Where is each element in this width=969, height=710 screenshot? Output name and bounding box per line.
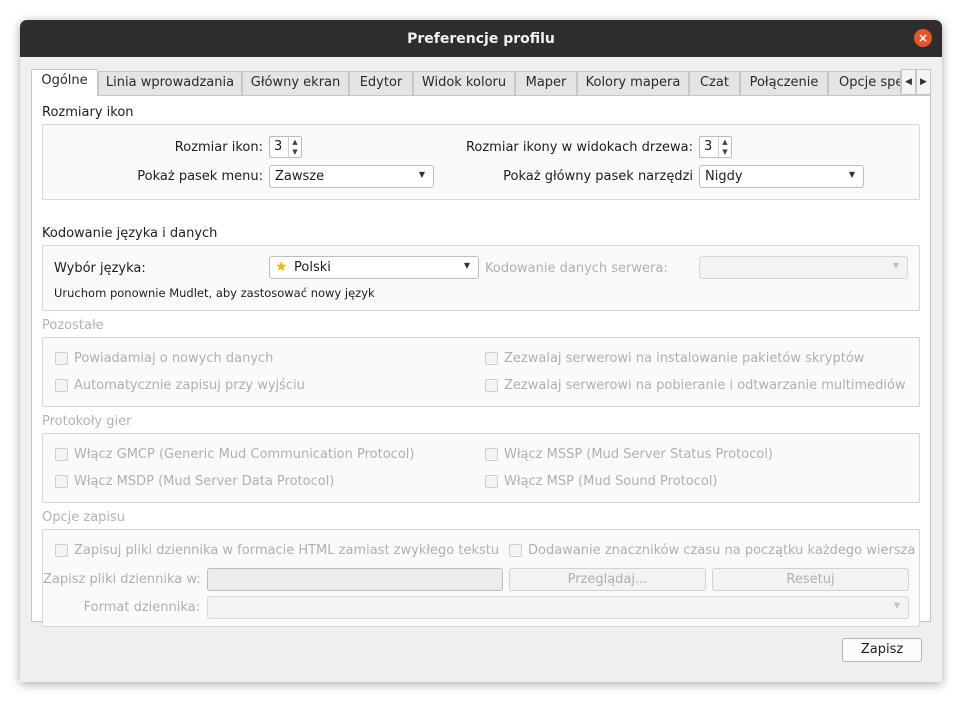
log-format-select[interactable]: ▼ <box>207 596 909 619</box>
timestamps-checkbox[interactable] <box>509 544 522 557</box>
log-section-title: Opcje zapisu <box>42 510 126 525</box>
spin-up-icon[interactable]: ▲ <box>289 137 301 147</box>
tab-input-line[interactable]: Linia wprowadzania <box>98 71 242 95</box>
restart-note: Uruchom ponownie Mudlet, aby zastosować … <box>54 286 375 300</box>
menu-bar-label: Pokaż pasek menu: <box>137 169 263 184</box>
protocols-section-title: Protokoły gier <box>42 414 132 429</box>
tab-scroll-left-icon[interactable]: ◀ <box>901 69 916 95</box>
tab-special-options[interactable]: Opcje spec <box>828 71 901 95</box>
preferences-dialog: Preferencje profilu × Ogólne Linia wprow… <box>20 20 942 682</box>
mssp-checkbox[interactable] <box>485 448 498 461</box>
toolbar-select[interactable]: Nigdy ▼ <box>699 165 864 188</box>
allow-install-packages-label: Zezwalaj serwerowi na instalowanie pakie… <box>504 351 865 366</box>
icons-section-title: Rozmiary ikon <box>42 105 134 120</box>
reset-button[interactable]: Resetuj <box>712 568 909 591</box>
mssp-label: Włącz MSSP (Mud Server Status Protocol) <box>504 447 774 462</box>
language-value: Polski <box>294 260 331 275</box>
tab-scroll-right-icon[interactable]: ▶ <box>916 69 931 95</box>
other-groupbox: Powiadamiaj o nowych danych Zezwalaj ser… <box>42 337 920 407</box>
allow-install-packages-checkbox[interactable] <box>485 352 498 365</box>
chevron-down-icon: ▼ <box>463 261 470 270</box>
html-logs-label: Zapisuj pliki dziennika w formacie HTML … <box>74 543 500 558</box>
language-section-title: Kodowanie języka i danych <box>42 226 218 241</box>
notify-new-data-label: Powiadamiaj o nowych danych <box>74 351 274 366</box>
language-select[interactable]: ★ Polski ▼ <box>269 256 479 279</box>
encoding-label: Kodowanie danych serwera: <box>485 261 668 276</box>
icon-size-value: 3 <box>274 139 283 154</box>
msdp-checkbox[interactable] <box>55 475 68 488</box>
tab-bar: Ogólne Linia wprowadzania Główny ekran E… <box>31 69 931 96</box>
tree-icon-size-label: Rozmiar ikony w widokach drzewa: <box>465 140 693 155</box>
save-dir-input[interactable] <box>207 568 503 591</box>
chevron-down-icon: ▼ <box>892 261 899 270</box>
toolbar-value: Nigdy <box>705 169 743 184</box>
tree-icon-size-value: 3 <box>704 139 713 154</box>
icon-size-spinbox[interactable]: 3 ▲ ▼ <box>269 136 302 158</box>
window-title: Preferencje profilu <box>407 30 555 47</box>
tab-mapper-colors[interactable]: Kolory mapera <box>577 71 689 95</box>
menu-bar-select[interactable]: Zawsze ▼ <box>269 165 434 188</box>
gmcp-checkbox[interactable] <box>55 448 68 461</box>
log-groupbox: Zapisuj pliki dziennika w formacie HTML … <box>42 529 920 627</box>
save-dir-label: Zapisz pliki dziennika w: <box>43 572 201 587</box>
browse-button[interactable]: Przeglądaj... <box>509 568 706 591</box>
tab-editor[interactable]: Edytor <box>349 71 413 95</box>
spin-up-icon[interactable]: ▲ <box>719 137 731 147</box>
toolbar-label: Pokaż główny pasek narzędzi <box>503 169 693 184</box>
chevron-down-icon: ▼ <box>848 170 855 179</box>
tab-chat[interactable]: Czat <box>689 71 740 95</box>
msp-checkbox[interactable] <box>485 475 498 488</box>
tab-main-display[interactable]: Główny ekran <box>242 71 349 95</box>
spin-down-icon[interactable]: ▼ <box>719 147 731 157</box>
spin-down-icon[interactable]: ▼ <box>289 147 301 157</box>
language-label: Wybór języka: <box>54 261 146 276</box>
notify-new-data-checkbox[interactable] <box>55 352 68 365</box>
allow-media-label: Zezwalaj serwerowi na pobieranie i odtwa… <box>504 378 906 393</box>
tab-mapper[interactable]: Maper <box>515 71 577 95</box>
allow-media-checkbox[interactable] <box>485 379 498 392</box>
autosave-label: Automatycznie zapisuj przy wyjściu <box>74 378 305 393</box>
tab-page-general: Rozmiary ikon Rozmiar ikon: 3 ▲ ▼ Rozmiar… <box>31 95 931 627</box>
close-icon[interactable]: × <box>914 29 932 47</box>
msdp-label: Włącz MSDP (Mud Server Data Protocol) <box>74 474 335 489</box>
msp-label: Włącz MSP (Mud Sound Protocol) <box>504 474 718 489</box>
encoding-select[interactable]: ▼ <box>699 256 908 279</box>
tab-connection[interactable]: Połączenie <box>740 71 828 95</box>
menu-bar-value: Zawsze <box>275 169 325 184</box>
save-button[interactable]: Zapisz <box>842 638 922 662</box>
html-logs-checkbox[interactable] <box>55 544 68 557</box>
icons-groupbox: Rozmiar ikon: 3 ▲ ▼ Rozmiar ikony w widok… <box>42 124 920 200</box>
timestamps-label: Dodawanie znaczników czasu na początku k… <box>528 543 916 558</box>
star-icon: ★ <box>275 259 288 275</box>
chevron-down-icon: ▼ <box>418 170 425 179</box>
tab-general[interactable]: Ogólne <box>31 69 98 96</box>
tree-icon-size-spinbox[interactable]: 3 ▲ ▼ <box>699 136 732 158</box>
icon-size-label: Rozmiar ikon: <box>174 140 263 155</box>
chevron-down-icon: ▼ <box>893 601 900 610</box>
gmcp-label: Włącz GMCP (Generic Mud Communication Pr… <box>74 447 415 462</box>
language-groupbox: Wybór języka: ★ Polski ▼ Kodowanie danyc… <box>42 245 920 311</box>
log-format-label: Format dziennika: <box>83 600 200 615</box>
title-bar[interactable]: Preferencje profilu × <box>20 20 942 57</box>
tab-color-view[interactable]: Widok koloru <box>413 71 515 95</box>
other-section-title: Pozostałe <box>42 318 104 333</box>
autosave-checkbox[interactable] <box>55 379 68 392</box>
protocols-groupbox: Włącz GMCP (Generic Mud Communication Pr… <box>42 433 920 503</box>
